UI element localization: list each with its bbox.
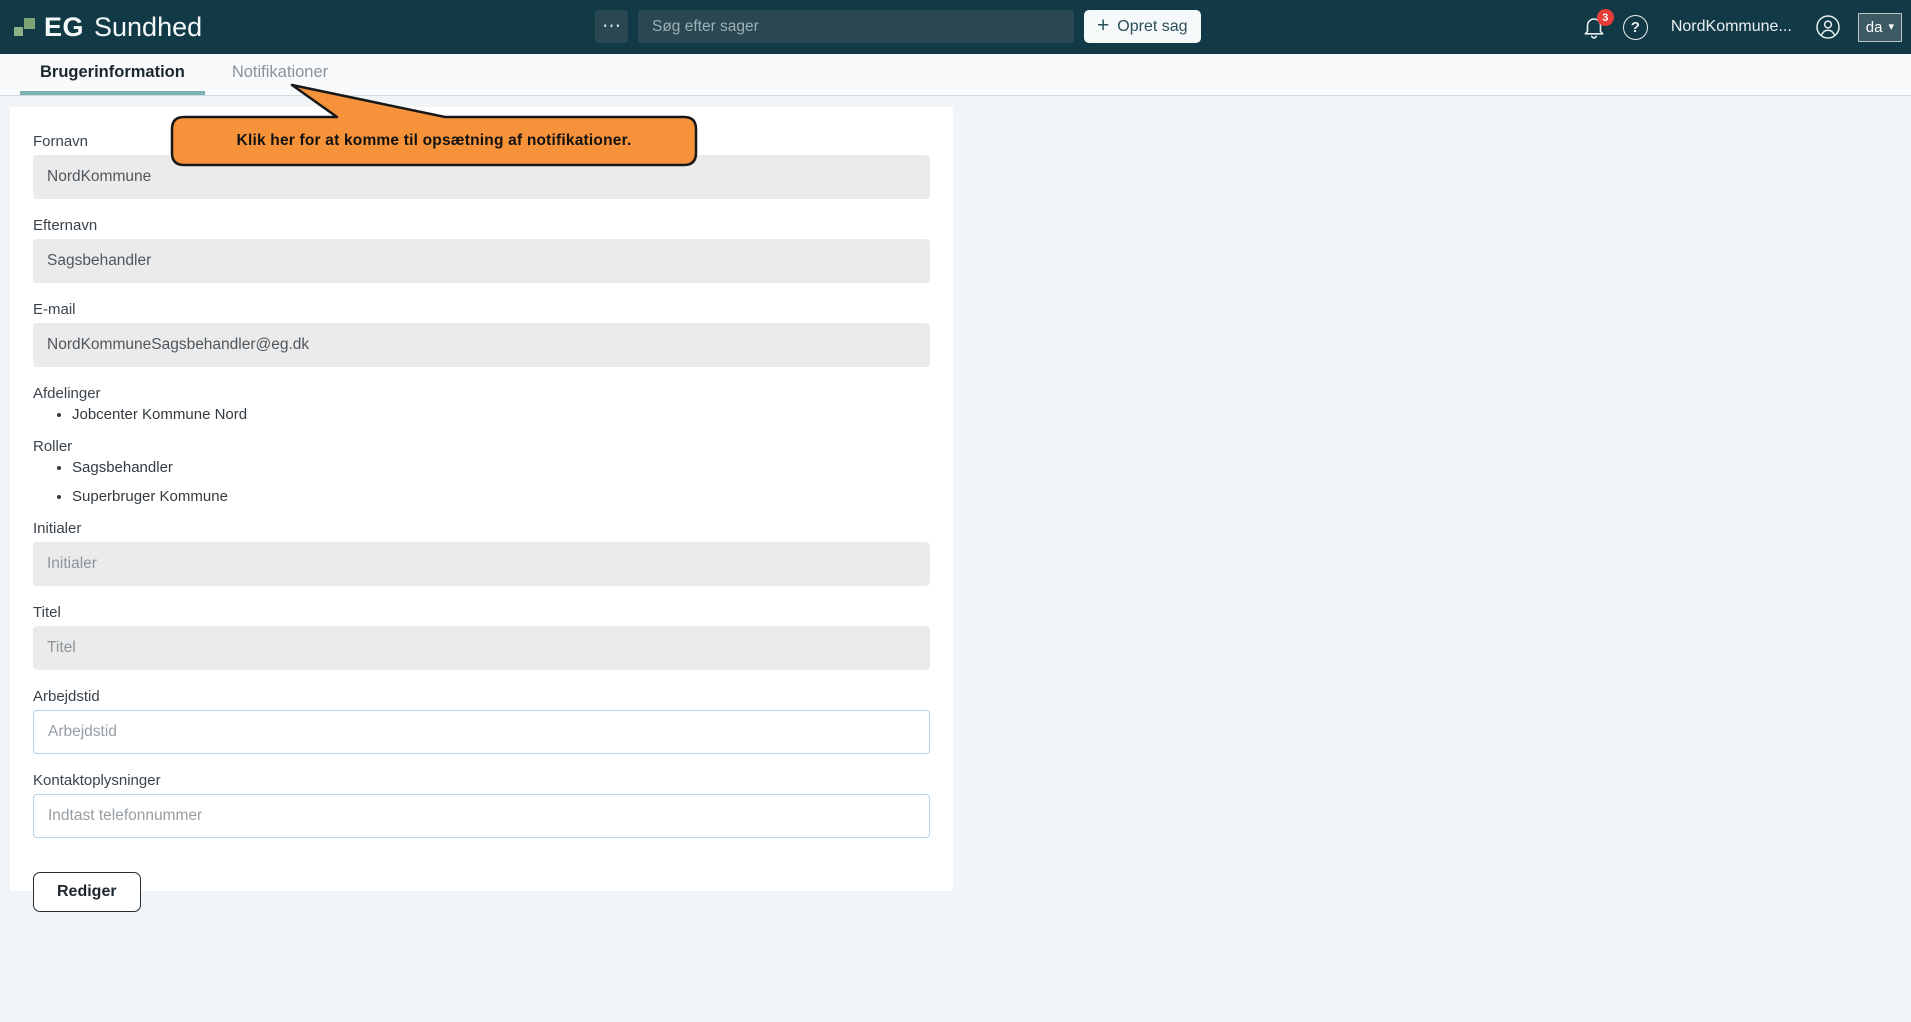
- search-input[interactable]: [638, 10, 1074, 43]
- language-selector[interactable]: da ▾: [1858, 13, 1902, 42]
- person-icon: [1815, 14, 1841, 40]
- top-bar: EG Sundhed ⋯ + Opret sag 3 ? NordKommune…: [0, 0, 1911, 54]
- afdelinger-section: Afdelinger Jobcenter Kommune Nord: [33, 385, 930, 424]
- topbar-right-group: 3 ? NordKommune... da ▾: [1582, 0, 1902, 54]
- field-efternavn: Efternavn: [33, 217, 930, 283]
- field-email: E-mail: [33, 301, 930, 367]
- roller-label: Roller: [33, 438, 930, 456]
- field-fornavn: Fornavn: [33, 133, 930, 199]
- app-logo: EG Sundhed: [14, 0, 202, 54]
- tab-brugerinformation[interactable]: Brugerinformation: [20, 54, 205, 95]
- fornavn-input: [33, 155, 930, 199]
- email-input: [33, 323, 930, 367]
- ellipsis-icon: ⋯: [602, 17, 621, 36]
- roller-section: Roller Sagsbehandler Superbruger Kommune: [33, 438, 930, 506]
- initialer-input: [33, 542, 930, 586]
- efternavn-label: Efternavn: [33, 217, 930, 235]
- user-info-panel: Fornavn Efternavn E-mail Afdelinger Jobc…: [10, 107, 953, 891]
- kontaktoplysninger-label: Kontaktoplysninger: [33, 772, 930, 790]
- field-kontaktoplysninger: Kontaktoplysninger: [33, 772, 930, 838]
- arbejdstid-input[interactable]: [33, 710, 930, 754]
- user-profile-button[interactable]: [1815, 14, 1841, 40]
- field-titel: Titel: [33, 604, 930, 670]
- efternavn-input: [33, 239, 930, 283]
- titel-input: [33, 626, 930, 670]
- more-menu-button[interactable]: ⋯: [595, 10, 628, 43]
- eg-logo-icon: [14, 15, 35, 39]
- fornavn-label: Fornavn: [33, 133, 930, 151]
- afdelinger-list: Jobcenter Kommune Nord: [33, 406, 930, 424]
- afdelinger-label: Afdelinger: [33, 385, 930, 403]
- tenant-name: NordKommune...: [1671, 18, 1792, 36]
- brand-eg: EG: [44, 12, 84, 43]
- titel-label: Titel: [33, 604, 930, 622]
- list-item: Sagsbehandler: [72, 459, 930, 477]
- plus-icon: +: [1097, 15, 1109, 36]
- edit-button[interactable]: Rediger: [33, 872, 141, 912]
- arbejdstid-label: Arbejdstid: [33, 688, 930, 706]
- question-mark-icon: ?: [1631, 19, 1640, 36]
- language-value: da: [1866, 19, 1883, 36]
- kontaktoplysninger-input[interactable]: [33, 794, 930, 838]
- roller-list: Sagsbehandler Superbruger Kommune: [33, 459, 930, 506]
- field-initialer: Initialer: [33, 520, 930, 586]
- create-case-button[interactable]: + Opret sag: [1084, 10, 1201, 43]
- notifications-bell-button[interactable]: 3: [1582, 14, 1606, 40]
- brand-product: Sundhed: [94, 12, 202, 43]
- tab-notifikationer[interactable]: Notifikationer: [230, 54, 330, 95]
- initialer-label: Initialer: [33, 520, 930, 538]
- list-item: Jobcenter Kommune Nord: [72, 406, 930, 424]
- notification-badge: 3: [1597, 9, 1614, 26]
- list-item: Superbruger Kommune: [72, 488, 930, 506]
- chevron-down-icon: ▾: [1888, 22, 1894, 33]
- email-label: E-mail: [33, 301, 930, 319]
- tab-bar: Brugerinformation Notifikationer: [0, 54, 1911, 96]
- help-button[interactable]: ?: [1623, 15, 1648, 40]
- field-arbejdstid: Arbejdstid: [33, 688, 930, 754]
- topbar-center-group: ⋯ + Opret sag: [595, 10, 1201, 43]
- create-case-label: Opret sag: [1117, 18, 1187, 36]
